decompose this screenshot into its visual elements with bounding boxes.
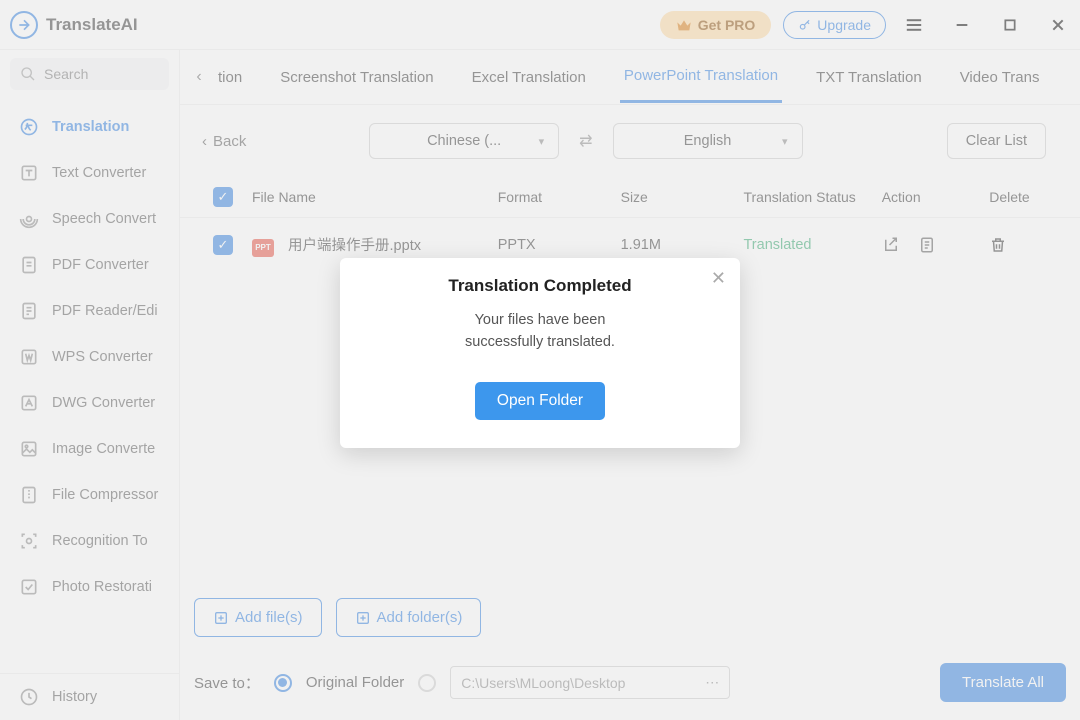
modal-text: Your files have been successfully transl… bbox=[364, 310, 716, 354]
translation-completed-modal: ✕ Translation Completed Your files have … bbox=[340, 258, 740, 448]
modal-text-line1: Your files have been bbox=[364, 310, 716, 332]
modal-text-line2: successfully translated. bbox=[364, 332, 716, 354]
open-folder-button[interactable]: Open Folder bbox=[475, 382, 605, 420]
modal-close-button[interactable]: ✕ bbox=[711, 268, 726, 289]
modal-overlay: ✕ Translation Completed Your files have … bbox=[0, 0, 1080, 720]
modal-title: Translation Completed bbox=[364, 276, 716, 296]
